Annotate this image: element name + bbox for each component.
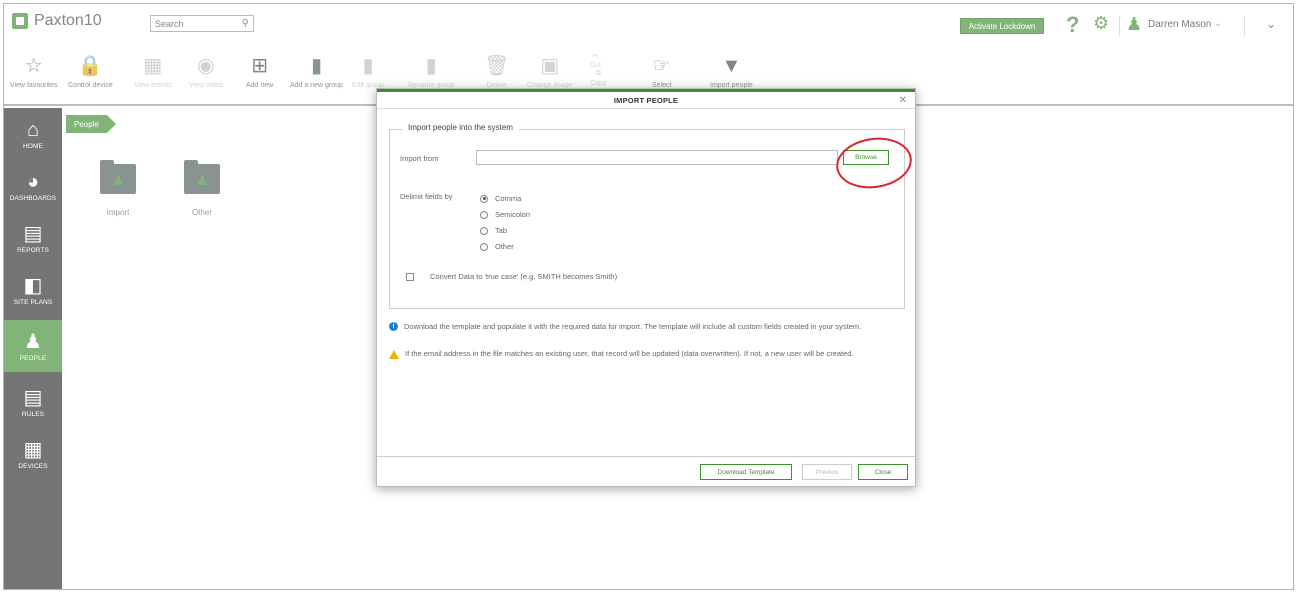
delimiter-option-tab[interactable]: Tab bbox=[480, 226, 507, 235]
preview-button[interactable]: Preview bbox=[802, 464, 852, 480]
dialog-footer: Download Template Preview Close bbox=[377, 456, 915, 486]
delimiter-option-semicolon[interactable]: Semicolon bbox=[480, 210, 530, 219]
import-from-label: Import from bbox=[400, 154, 439, 163]
radio-button[interactable] bbox=[480, 226, 488, 235]
import-file-path-input[interactable] bbox=[476, 150, 838, 165]
template-info-message: i Download the template and populate it … bbox=[389, 322, 899, 331]
radio-button[interactable] bbox=[480, 242, 488, 251]
warning-text: If the email address in the file matches… bbox=[405, 349, 854, 358]
section-title: Import people into the system bbox=[402, 123, 519, 132]
delimiter-option-comma[interactable]: Comma bbox=[480, 194, 521, 203]
annotation-highlight-circle bbox=[832, 132, 916, 194]
radio-button[interactable] bbox=[480, 210, 488, 219]
info-icon: i bbox=[389, 322, 398, 331]
warning-icon bbox=[389, 350, 399, 359]
dialog-title: IMPORT PEOPLE bbox=[613, 95, 679, 105]
true-case-option[interactable]: Convert Data to 'true case' (e.g. SMITH … bbox=[406, 272, 617, 281]
close-button[interactable]: Close bbox=[858, 464, 908, 480]
true-case-label: Convert Data to 'true case' (e.g. SMITH … bbox=[430, 272, 618, 281]
dialog-header: IMPORT PEOPLE ✕ bbox=[377, 89, 915, 109]
info-text: Download the template and populate it wi… bbox=[404, 322, 862, 331]
delimiter-option-other[interactable]: Other bbox=[480, 242, 514, 251]
import-settings-group: Import people into the system Import fro… bbox=[389, 123, 916, 309]
true-case-checkbox[interactable] bbox=[406, 272, 414, 281]
download-template-button[interactable]: Download Template bbox=[700, 464, 792, 480]
close-icon[interactable]: ✕ bbox=[899, 95, 907, 106]
overwrite-warning-message: If the email address in the file matches… bbox=[389, 349, 899, 359]
delimit-fields-label: Delimit fields by bbox=[400, 192, 453, 201]
import-people-dialog: IMPORT PEOPLE ✕ Import people into the s… bbox=[376, 88, 916, 487]
radio-button[interactable] bbox=[480, 194, 488, 203]
